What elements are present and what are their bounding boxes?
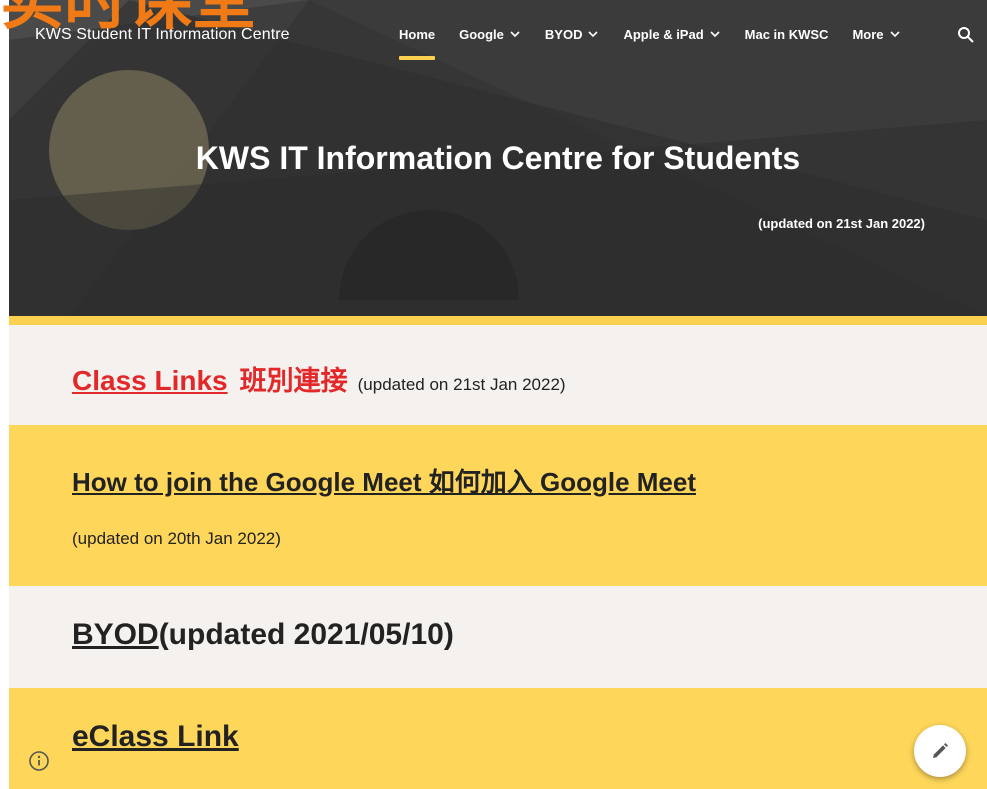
- nav-more[interactable]: More: [852, 0, 900, 70]
- section-eclass: eClass Link: [9, 688, 987, 789]
- byod-updated: (updated 2021/05/10): [158, 618, 454, 651]
- section-class-links: Class Links 班別連接 (updated on 21st Jan 20…: [9, 325, 987, 425]
- nav-mac-in-kwsc-label: Mac in KWSC: [744, 26, 829, 42]
- nav-apple-ipad-label: Apple & iPad: [623, 26, 704, 42]
- nav-home-label: Home: [399, 26, 436, 42]
- google-meet-link[interactable]: How to join the Google Meet 如何加入 Google …: [72, 462, 696, 499]
- nav-apple-ipad[interactable]: Apple & iPad: [623, 0, 720, 70]
- chevron-down-icon: [588, 31, 599, 38]
- section-byod: BYOD(updated 2021/05/10): [9, 586, 987, 688]
- page-updated-date: (updated on 21st Jan 2022): [758, 216, 925, 231]
- nav-home[interactable]: Home: [399, 0, 436, 70]
- page-title: KWS IT Information Centre for Students: [195, 140, 801, 176]
- google-meet-updated: (updated on 20th Jan 2022): [72, 529, 281, 548]
- edit-button[interactable]: [914, 725, 966, 777]
- class-links-row: Class Links 班別連接 (updated on 21st Jan 20…: [72, 359, 566, 398]
- accent-stripe: [9, 316, 987, 325]
- class-links-chinese: 班別連接: [239, 366, 348, 397]
- page-frame: KWS Student IT Information Centre Home G…: [9, 0, 987, 789]
- eclass-link[interactable]: eClass Link: [72, 720, 239, 754]
- nav-more-label: More: [852, 26, 884, 42]
- search-icon[interactable]: [957, 26, 975, 44]
- nav-google-label: Google: [459, 26, 504, 42]
- nav-byod[interactable]: BYOD: [545, 0, 600, 70]
- info-icon[interactable]: [28, 750, 50, 772]
- chevron-down-icon: [510, 31, 520, 38]
- class-links-updated: (updated on 21st Jan 2022): [357, 375, 566, 394]
- class-links-link[interactable]: Class Links: [72, 365, 228, 397]
- nav-mac-in-kwsc[interactable]: Mac in KWSC: [745, 0, 829, 70]
- page-left-margin: [0, 0, 9, 789]
- main-nav: Home Google BYOD Apple & iPad Mac in KWS…: [399, 0, 925, 70]
- byod-link[interactable]: BYOD: [72, 618, 159, 651]
- site-title[interactable]: KWS Student IT Information Centre: [35, 26, 290, 44]
- chevron-down-icon: [889, 31, 900, 38]
- section-google-meet: How to join the Google Meet 如何加入 Google …: [9, 425, 987, 586]
- chevron-down-icon: [710, 31, 720, 38]
- pencil-icon: [933, 743, 948, 758]
- nav-google[interactable]: Google: [459, 0, 521, 70]
- hero-banner: KWS Student IT Information Centre Home G…: [9, 0, 987, 316]
- byod-heading: BYOD(updated 2021/05/10): [72, 618, 454, 652]
- top-navigation-bar: KWS Student IT Information Centre Home G…: [9, 0, 987, 70]
- nav-byod-label: BYOD: [544, 26, 583, 42]
